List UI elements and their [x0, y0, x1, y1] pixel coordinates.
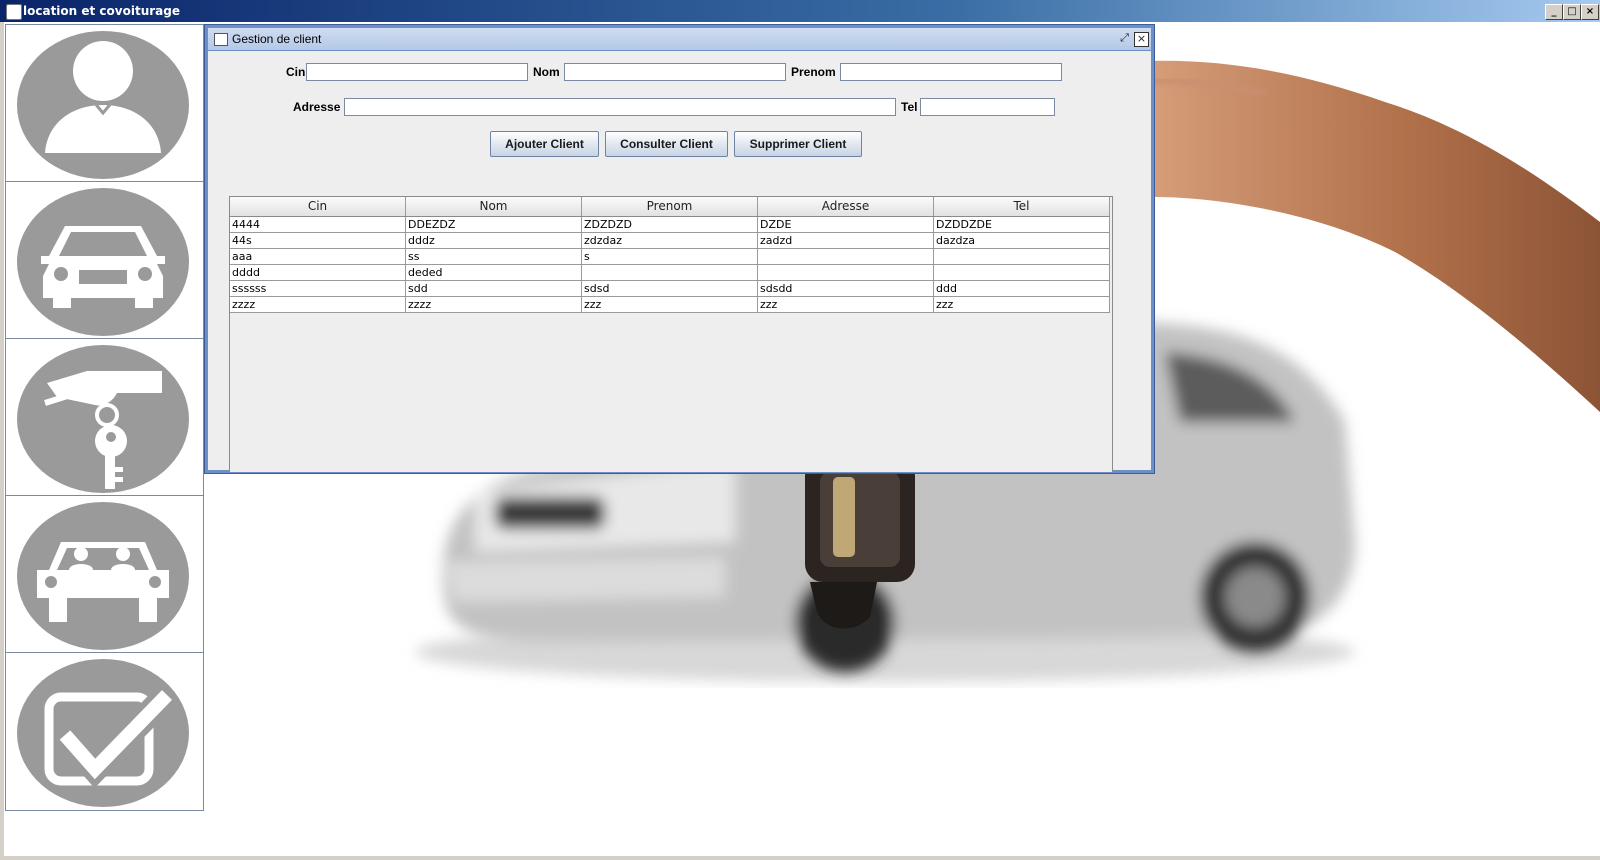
- consult-client-button[interactable]: Consulter Client: [605, 131, 728, 157]
- table-cell[interactable]: ZDZDZD: [582, 217, 758, 232]
- checkbox-icon: [17, 659, 189, 807]
- minimize-icon[interactable]: _: [1545, 4, 1563, 20]
- adresse-label: Adresse: [293, 100, 341, 114]
- table-cell[interactable]: ssssss: [230, 281, 406, 296]
- table-row[interactable]: aaa ss s: [230, 249, 1110, 265]
- frame-close-icon[interactable]: ×: [1134, 32, 1149, 47]
- nom-field[interactable]: [564, 63, 786, 81]
- window-frame-left: [0, 22, 4, 860]
- carpool-icon: [17, 502, 189, 650]
- sidebar-item-cars[interactable]: [5, 181, 204, 340]
- tel-field[interactable]: [920, 98, 1055, 116]
- window-title: location et covoiturage: [23, 4, 180, 18]
- table-cell[interactable]: zadzd: [758, 233, 934, 248]
- table-cell[interactable]: [758, 249, 934, 264]
- table-row[interactable]: dddd deded: [230, 265, 1110, 281]
- tel-label: Tel: [901, 100, 918, 114]
- table-cell[interactable]: 44s: [230, 233, 406, 248]
- table-cell[interactable]: DDEZDZ: [406, 217, 582, 232]
- table-row[interactable]: zzzz zzzz zzz zzz zzz: [230, 297, 1110, 313]
- restore-icon[interactable]: ⤢: [1118, 32, 1131, 45]
- table-cell[interactable]: dazdza: [934, 233, 1110, 248]
- add-client-button[interactable]: Ajouter Client: [490, 131, 599, 157]
- table-cell[interactable]: aaa: [230, 249, 406, 264]
- close-icon[interactable]: ×: [1581, 4, 1599, 20]
- nom-label: Nom: [533, 65, 560, 79]
- table-cell[interactable]: sdsd: [582, 281, 758, 296]
- table-cell[interactable]: sdd: [406, 281, 582, 296]
- prenom-label: Prenom: [791, 65, 836, 79]
- table-body: 4444 DDEZDZ ZDZDZD DZDE DZDDZDE 44s dddz…: [230, 217, 1110, 313]
- cin-field[interactable]: [306, 63, 528, 81]
- table-cell[interactable]: [934, 249, 1110, 264]
- table-cell[interactable]: zzzz: [406, 297, 582, 312]
- clients-table: Cin Nom Prenom Adresse Tel 4444 DDEZDZ Z…: [229, 196, 1113, 472]
- maximize-icon[interactable]: □: [1563, 4, 1581, 20]
- frame-title: Gestion de client: [232, 32, 322, 46]
- window-frame-bottom: [0, 856, 1600, 860]
- frame-icon: [214, 33, 228, 46]
- column-header-prenom[interactable]: Prenom: [582, 197, 758, 216]
- table-cell[interactable]: zzz: [582, 297, 758, 312]
- table-cell[interactable]: [934, 265, 1110, 280]
- sidebar-item-carpool[interactable]: [5, 495, 204, 654]
- car-icon: [17, 188, 189, 336]
- table-cell[interactable]: [758, 265, 934, 280]
- user-icon: [17, 31, 189, 179]
- table-cell[interactable]: zdzdaz: [582, 233, 758, 248]
- cin-label: Cin: [286, 65, 306, 79]
- column-header-nom[interactable]: Nom: [406, 197, 582, 216]
- table-cell[interactable]: ss: [406, 249, 582, 264]
- table-cell[interactable]: [582, 265, 758, 280]
- table-cell[interactable]: dddd: [230, 265, 406, 280]
- table-cell[interactable]: DZDE: [758, 217, 934, 232]
- table-cell[interactable]: zzz: [758, 297, 934, 312]
- prenom-field[interactable]: [840, 63, 1062, 81]
- table-cell[interactable]: sdsdd: [758, 281, 934, 296]
- column-header-cin[interactable]: Cin: [230, 197, 406, 216]
- table-cell[interactable]: DZDDZDE: [934, 217, 1110, 232]
- table-header: Cin Nom Prenom Adresse Tel: [230, 197, 1110, 217]
- table-cell[interactable]: s: [582, 249, 758, 264]
- table-cell[interactable]: deded: [406, 265, 582, 280]
- table-cell[interactable]: dddz: [406, 233, 582, 248]
- sidebar-item-validation[interactable]: [5, 652, 204, 811]
- sidebar-item-clients[interactable]: [5, 24, 204, 183]
- client-management-frame: Gestion de client ⤢ × Cin Nom Prenom Adr…: [204, 24, 1155, 474]
- adresse-field[interactable]: [344, 98, 896, 116]
- table-cell[interactable]: ddd: [934, 281, 1110, 296]
- window-titlebar: location et covoiturage _ □ ×: [0, 0, 1600, 22]
- java-app-icon: [6, 4, 22, 20]
- frame-content: Cin Nom Prenom Adresse Tel Ajouter Clien…: [208, 51, 1151, 472]
- table-row[interactable]: 44s dddz zdzdaz zadzd dazdza: [230, 233, 1110, 249]
- key-icon: [17, 345, 189, 493]
- column-header-tel[interactable]: Tel: [934, 197, 1110, 216]
- frame-titlebar: Gestion de client ⤢ ×: [208, 28, 1151, 50]
- sidebar-item-rental[interactable]: [5, 338, 204, 497]
- table-row[interactable]: 4444 DDEZDZ ZDZDZD DZDE DZDDZDE: [230, 217, 1110, 233]
- column-header-adresse[interactable]: Adresse: [758, 197, 934, 216]
- table-cell[interactable]: zzzz: [230, 297, 406, 312]
- table-row[interactable]: ssssss sdd sdsd sdsdd ddd: [230, 281, 1110, 297]
- table-cell[interactable]: 4444: [230, 217, 406, 232]
- sidebar: [5, 24, 204, 823]
- delete-client-button[interactable]: Supprimer Client: [734, 131, 862, 157]
- table-cell[interactable]: zzz: [934, 297, 1110, 312]
